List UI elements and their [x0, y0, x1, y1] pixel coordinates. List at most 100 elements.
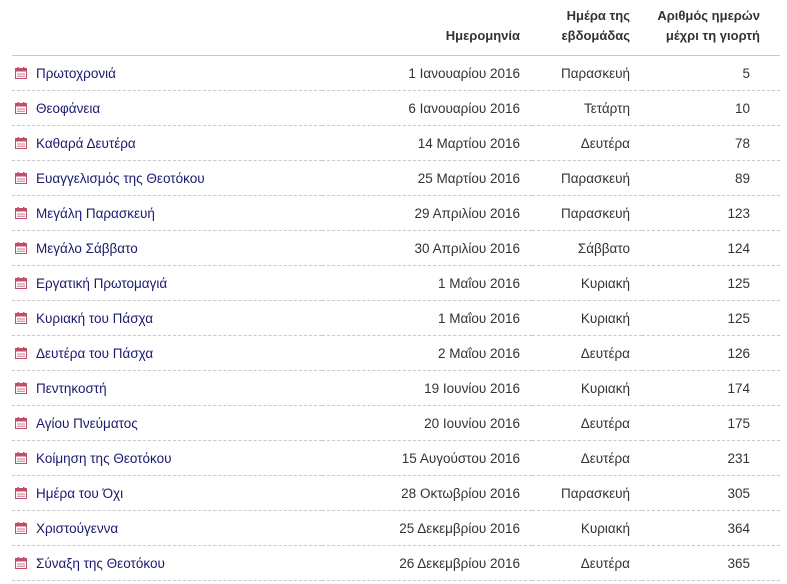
table-row: Κυριακή του Πάσχα 1 Μαΐου 2016 Κυριακή 125: [12, 300, 780, 336]
calendar-icon: [15, 276, 27, 289]
holiday-link[interactable]: Κυριακή του Πάσχα: [36, 311, 153, 326]
holiday-link[interactable]: Κοίμηση της Θεοτόκου: [36, 451, 171, 466]
holiday-date: 28 Οκτωβρίου 2016: [322, 475, 532, 511]
header-days-line2: μέχρι τη γιορτή: [665, 28, 760, 43]
days-until-count: 78: [642, 125, 780, 161]
holiday-date: 29 Απριλίου 2016: [322, 195, 532, 231]
header-weekday-line1: Ημέρα της: [566, 8, 630, 23]
days-until-count: 123: [642, 195, 780, 231]
holiday-name-cell: Δευτέρα του Πάσχα: [12, 335, 322, 371]
calendar-icon: [15, 486, 27, 499]
holiday-link[interactable]: Μεγάλη Παρασκευή: [36, 206, 155, 221]
holiday-link[interactable]: Ευαγγελισμός της Θεοτόκου: [36, 171, 205, 186]
holiday-weekday: Κυριακή: [532, 300, 642, 336]
holiday-date: 2 Μαΐου 2016: [322, 335, 532, 371]
holiday-weekday: Δευτέρα: [532, 335, 642, 371]
holiday-date: 20 Ιουνίου 2016: [322, 405, 532, 441]
holiday-name-cell: Πρωτοχρονιά: [12, 55, 322, 91]
calendar-icon: [15, 381, 27, 394]
calendar-icon: [15, 136, 27, 149]
holiday-date: 1 Ιανουαρίου 2016: [322, 55, 532, 91]
table-row: Χριστούγεννα 25 Δεκεμβρίου 2016 Κυριακή 364: [12, 510, 780, 546]
holiday-date: 6 Ιανουαρίου 2016: [322, 90, 532, 126]
days-until-count: 231: [642, 440, 780, 476]
days-until-count: 89: [642, 160, 780, 196]
days-until-count: 175: [642, 405, 780, 441]
calendar-icon: [15, 451, 27, 464]
holiday-date: 15 Αυγούστου 2016: [322, 440, 532, 476]
holiday-weekday: Κυριακή: [532, 265, 642, 301]
calendar-icon: [15, 171, 27, 184]
days-until-count: 124: [642, 230, 780, 266]
table-row: Μεγάλο Σάββατο 30 Απριλίου 2016 Σάββατο 124: [12, 230, 780, 266]
holiday-link[interactable]: Πεντηκοστή: [36, 381, 107, 396]
holiday-link[interactable]: Δευτέρα του Πάσχα: [36, 346, 153, 361]
table-row: Σύναξη της Θεοτόκου 26 Δεκεμβρίου 2016 Δευ…: [12, 545, 780, 581]
table-row: Εργατική Πρωτομαγιά 1 Μαΐου 2016 Κυριακή 12…: [12, 265, 780, 301]
calendar-icon: [15, 346, 27, 359]
days-until-count: 5: [642, 55, 780, 91]
table-row: Δευτέρα του Πάσχα 2 Μαΐου 2016 Δευτέρα 126: [12, 335, 780, 371]
header-days-until: Αριθμός ημερών μέχρι τη γιορτή: [642, 0, 780, 56]
holiday-link[interactable]: Θεοφάνεια: [36, 101, 100, 116]
header-date: Ημερομηνία: [322, 0, 532, 56]
days-until-count: 126: [642, 335, 780, 371]
header-name: [12, 0, 322, 56]
table-row: Πρωτοχρονιά 1 Ιανουαρίου 2016 Παρασκευή 5: [12, 55, 780, 91]
holiday-link[interactable]: Ημέρα του Όχι: [36, 486, 123, 501]
holiday-date: 14 Μαρτίου 2016: [322, 125, 532, 161]
holiday-link[interactable]: Μεγάλο Σάββατο: [36, 241, 138, 256]
days-until-count: 10: [642, 90, 780, 126]
holidays-table: Ημερομηνία Ημέρα της εβδομάδας Αριθμός η…: [12, 0, 780, 581]
holiday-name-cell: Μεγάλη Παρασκευή: [12, 195, 322, 231]
holiday-link[interactable]: Χριστούγεννα: [36, 521, 118, 536]
header-days-line1: Αριθμός ημερών: [657, 8, 760, 23]
holiday-date: 30 Απριλίου 2016: [322, 230, 532, 266]
days-until-count: 305: [642, 475, 780, 511]
holiday-link[interactable]: Σύναξη της Θεοτόκου: [36, 556, 165, 571]
calendar-icon: [15, 416, 27, 429]
holiday-date: 26 Δεκεμβρίου 2016: [322, 545, 532, 581]
holiday-name-cell: Κοίμηση της Θεοτόκου: [12, 440, 322, 476]
holiday-weekday: Παρασκευή: [532, 475, 642, 511]
table-row: Αγίου Πνεύματος 20 Ιουνίου 2016 Δευτέρα 175: [12, 405, 780, 441]
table-row: Κοίμηση της Θεοτόκου 15 Αυγούστου 2016 Δευ…: [12, 440, 780, 476]
header-weekday-line2: εβδομάδας: [561, 28, 630, 43]
holiday-weekday: Τετάρτη: [532, 90, 642, 126]
holiday-link[interactable]: Πρωτοχρονιά: [36, 66, 116, 81]
calendar-icon: [15, 206, 27, 219]
holiday-date: 1 Μαΐου 2016: [322, 300, 532, 336]
holiday-weekday: Δευτέρα: [532, 125, 642, 161]
holiday-name-cell: Καθαρά Δευτέρα: [12, 125, 322, 161]
table-row: Πεντηκοστή 19 Ιουνίου 2016 Κυριακή 174: [12, 370, 780, 406]
calendar-icon: [15, 241, 27, 254]
holiday-link[interactable]: Εργατική Πρωτομαγιά: [36, 276, 167, 291]
table-row: Καθαρά Δευτέρα 14 Μαρτίου 2016 Δευτέρα 78: [12, 125, 780, 161]
calendar-icon: [15, 101, 27, 114]
holiday-name-cell: Ημέρα του Όχι: [12, 475, 322, 511]
table-row: Ευαγγελισμός της Θεοτόκου 25 Μαρτίου 2016…: [12, 160, 780, 196]
holiday-link[interactable]: Αγίου Πνεύματος: [36, 416, 138, 431]
holiday-name-cell: Πεντηκοστή: [12, 370, 322, 406]
table-row: Ημέρα του Όχι 28 Οκτωβρίου 2016 Παρασκευή 3…: [12, 475, 780, 511]
calendar-icon: [15, 556, 27, 569]
calendar-icon: [15, 66, 27, 79]
days-until-count: 125: [642, 265, 780, 301]
holiday-name-cell: Θεοφάνεια: [12, 90, 322, 126]
holiday-weekday: Παρασκευή: [532, 195, 642, 231]
holiday-weekday: Παρασκευή: [532, 160, 642, 196]
holiday-weekday: Δευτέρα: [532, 440, 642, 476]
holiday-date: 19 Ιουνίου 2016: [322, 370, 532, 406]
days-until-count: 174: [642, 370, 780, 406]
holiday-date: 25 Δεκεμβρίου 2016: [322, 510, 532, 546]
holiday-link[interactable]: Καθαρά Δευτέρα: [36, 136, 136, 151]
days-until-count: 364: [642, 510, 780, 546]
table-body: Πρωτοχρονιά 1 Ιανουαρίου 2016 Παρασκευή 5 Θε…: [12, 55, 780, 581]
holiday-name-cell: Αγίου Πνεύματος: [12, 405, 322, 441]
calendar-icon: [15, 311, 27, 324]
table-header: Ημερομηνία Ημέρα της εβδομάδας Αριθμός η…: [12, 0, 780, 56]
holiday-name-cell: Εργατική Πρωτομαγιά: [12, 265, 322, 301]
calendar-icon: [15, 521, 27, 534]
holiday-weekday: Κυριακή: [532, 370, 642, 406]
holiday-weekday: Δευτέρα: [532, 545, 642, 581]
